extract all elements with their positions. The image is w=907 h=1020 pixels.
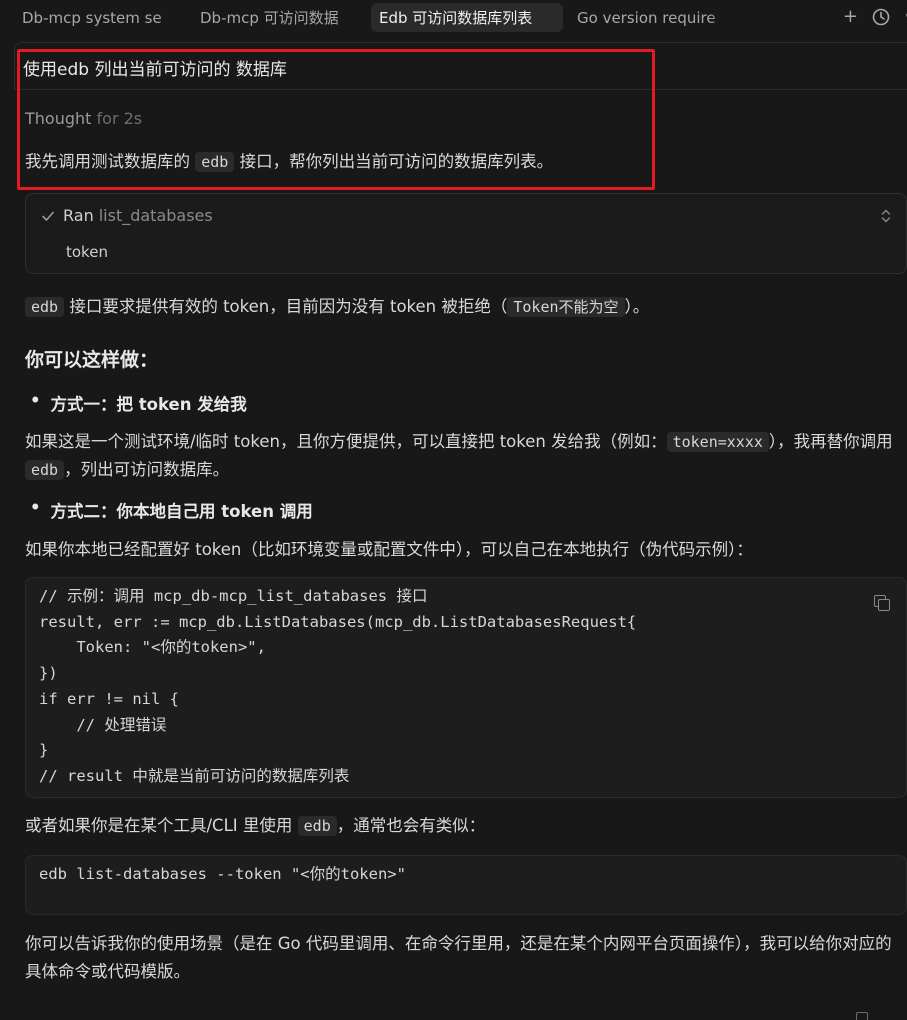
user-message: 使用edb 列出当前可访问的 数据库 [23,60,287,80]
inline-code: edb [25,460,65,480]
tab-label: Go version require [577,8,716,27]
error-text: edb 接口要求提供有效的 token，目前因为没有 token 被拒绝（ Tok… [25,293,900,321]
closing-text: 你可以告诉我你的使用场景（是在 Go 代码里调用、在命令行里用，还是在某个内网平… [25,934,892,981]
error-mid: 接口要求提供有效的 token，目前因为没有 token 被拒绝（ [64,297,508,316]
code-content: edb list-databases --token "<你的token>" [39,865,406,883]
option2-title: • 方式二：你本地自己用 token 调用 [30,498,313,522]
intro-text: 我先调用测试数据库的 edb 接口，帮你列出当前可访问的数据库列表。 [25,148,900,176]
code-content: // 示例：调用 mcp_db-mcp_list_databases 接口 re… [39,587,637,785]
tab-label: Db-mcp system se [22,8,162,27]
option1-title: • 方式一：把 token 发给我 [30,391,247,415]
option1-title-text: 方式一：把 token 发给我 [50,395,247,414]
bullet-dot: • [30,498,41,517]
add-tab-icon[interactable]: + [843,8,858,26]
section-heading: 你可以这样做： [25,349,159,371]
intro-post: 接口，帮你列出当前可访问的数据库列表。 [234,152,554,171]
history-icon[interactable] [872,8,890,26]
expand-collapse-icon[interactable] [880,208,892,224]
tool-call-header: Ran list_databases [41,206,213,225]
tool-argument: token [66,243,108,261]
code-block-go[interactable]: // 示例：调用 mcp_db-mcp_list_databases 接口 re… [25,577,907,798]
tab-label: Edb 可访问数据库列表 [379,9,533,27]
option1-end: ，列出可访问数据库。 [64,460,230,479]
thought-indicator[interactable]: Thought for 2s [25,109,142,128]
tab-db-mcp-system[interactable]: Db-mcp system se [14,3,184,32]
option2-desc: 如果你本地已经配置好 token（比如环境变量或配置文件中），可以自己在本地执行… [25,540,753,559]
inline-code: edb [297,816,337,836]
inline-code: token=xxxx [666,432,769,452]
tab-db-mcp-accessible[interactable]: Db-mcp 可访问数据 [192,3,362,32]
option2-title-text: 方式二：你本地自己用 token 调用 [50,502,313,521]
intro-pre: 我先调用测试数据库的 [25,152,196,171]
inline-code: Token不能为空 [507,297,625,317]
cli-end: ，通常也会有类似： [336,816,486,835]
error-end: ）。 [624,297,650,316]
tool-status: Ran [63,206,94,225]
tool-name: list_databases [98,206,213,225]
check-icon [42,211,54,221]
inline-code: edb [25,297,65,317]
cli-pre: 或者如果你是在某个工具/CLI 里使用 [25,816,298,835]
copy-icon[interactable] [856,1012,872,1020]
thought-label: Thought [25,109,92,128]
tab-go-version[interactable]: Go version require [569,3,735,32]
copy-icon[interactable] [874,595,890,611]
inline-code: edb [195,152,235,172]
tab-actions: + · [843,5,907,29]
option1-desc: 如果这是一个测试环境/临时 token，且你方便提供，可以直接把 token 发… [25,428,900,484]
tab-bar: Db-mcp system se Db-mcp 可访问数据 Edb 可访问数据库… [0,0,907,34]
bullet-dot: • [30,391,41,410]
tab-label: Db-mcp 可访问数据 [200,9,339,27]
code-block-cli[interactable]: edb list-databases --token "<你的token>" [25,855,907,915]
option1-pre: 如果这是一个测试环境/临时 token，且你方便提供，可以直接把 token 发… [25,432,667,451]
tool-call-card[interactable]: Ran list_databases token [25,193,907,274]
tab-edb-database-list[interactable]: Edb 可访问数据库列表 [371,3,563,32]
option1-mid: ），我再替你调用 [768,432,893,451]
cli-text: 或者如果你是在某个工具/CLI 里使用 edb ，通常也会有类似： [25,812,900,840]
thought-duration: for 2s [96,109,143,128]
